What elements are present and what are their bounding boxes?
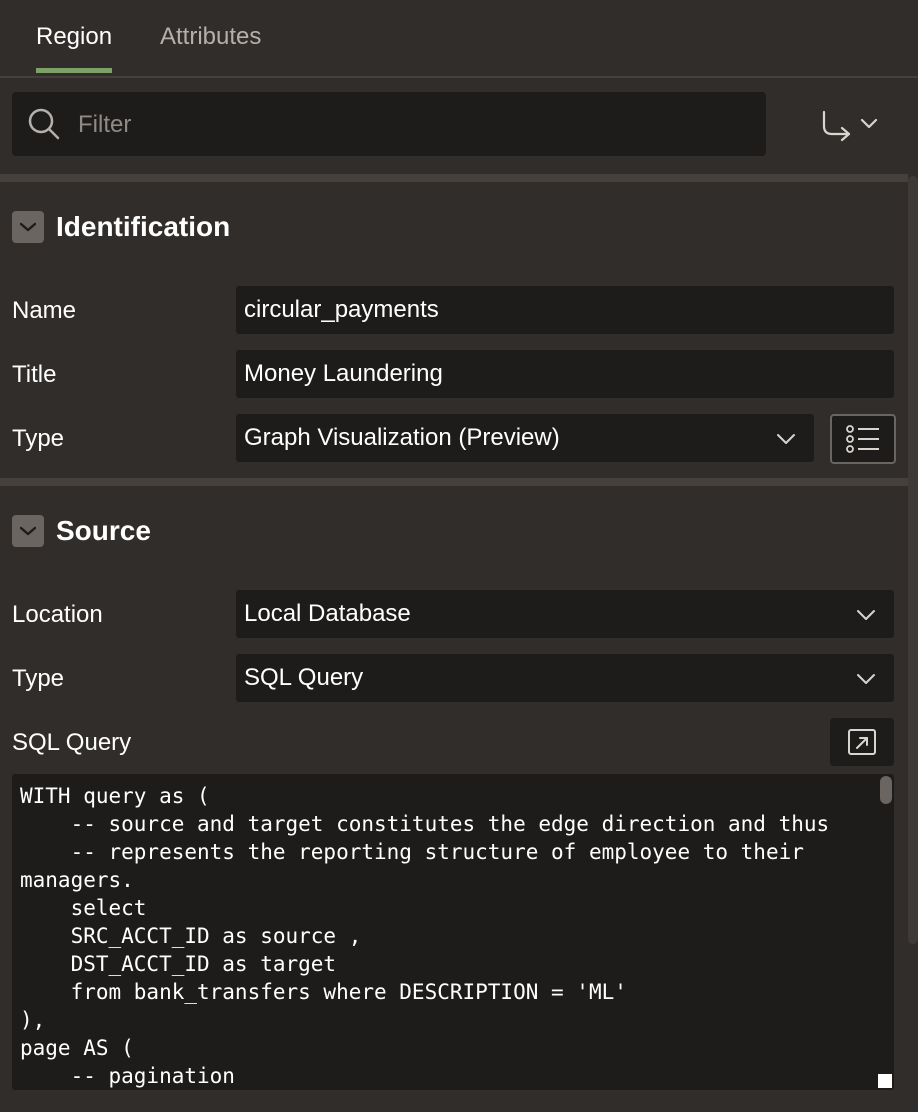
title-label: Title: [12, 361, 57, 388]
region-type-select[interactable]: Graph Visualization (Preview): [236, 414, 814, 462]
sql-query-code: WITH query as ( -- source and target con…: [20, 784, 830, 1088]
resize-handle[interactable]: [878, 1074, 892, 1088]
region-type-value: Graph Visualization (Preview): [244, 424, 560, 451]
list-icon: [846, 425, 879, 453]
source-type-select[interactable]: SQL Query: [236, 654, 894, 702]
location-label: Location: [12, 601, 103, 628]
goto-group-button[interactable]: [812, 100, 892, 150]
chevron-down-icon: [857, 610, 875, 620]
title-field[interactable]: Money Laundering: [236, 350, 894, 398]
location-value: Local Database: [244, 600, 411, 627]
filter-input[interactable]: [76, 92, 760, 158]
filter-bar: [12, 92, 766, 158]
chevron-down-icon: [19, 222, 37, 232]
panel-scrollbar[interactable]: [908, 176, 918, 944]
tab-bar: Region Attributes: [0, 0, 918, 78]
name-label: Name: [12, 297, 77, 324]
search-icon: [28, 108, 60, 140]
identification-collapse-button[interactable]: [12, 211, 44, 243]
type-label: Type: [12, 425, 65, 452]
source-section-header: Source: [0, 503, 908, 559]
source-type-label: Type: [12, 665, 65, 692]
active-tab-indicator: [36, 68, 112, 73]
expand-icon: [848, 729, 876, 755]
chevron-down-icon: [777, 434, 795, 444]
tab-attributes[interactable]: Attributes: [160, 22, 261, 52]
title-value: Money Laundering: [244, 360, 443, 387]
tab-region[interactable]: Region: [36, 22, 112, 52]
name-value: circular_payments: [244, 296, 439, 323]
section-divider: [0, 478, 908, 486]
sql-query-editor[interactable]: WITH query as ( -- source and target con…: [12, 774, 894, 1090]
code-scrollbar[interactable]: [880, 776, 892, 804]
identification-title: Identification: [56, 211, 231, 242]
source-type-value: SQL Query: [244, 664, 364, 691]
sql-query-label: SQL Query: [12, 729, 132, 756]
expand-code-editor-button[interactable]: [830, 718, 894, 766]
chevron-down-icon: [19, 526, 37, 536]
type-list-button[interactable]: [830, 414, 896, 464]
location-select[interactable]: Local Database: [236, 590, 894, 638]
name-field[interactable]: circular_payments: [236, 286, 894, 334]
source-title: Source: [56, 515, 151, 546]
return-arrow-icon: [822, 110, 878, 142]
chevron-down-icon: [857, 674, 875, 684]
identification-section-header: Identification: [0, 199, 908, 255]
source-collapse-button[interactable]: [12, 515, 44, 547]
